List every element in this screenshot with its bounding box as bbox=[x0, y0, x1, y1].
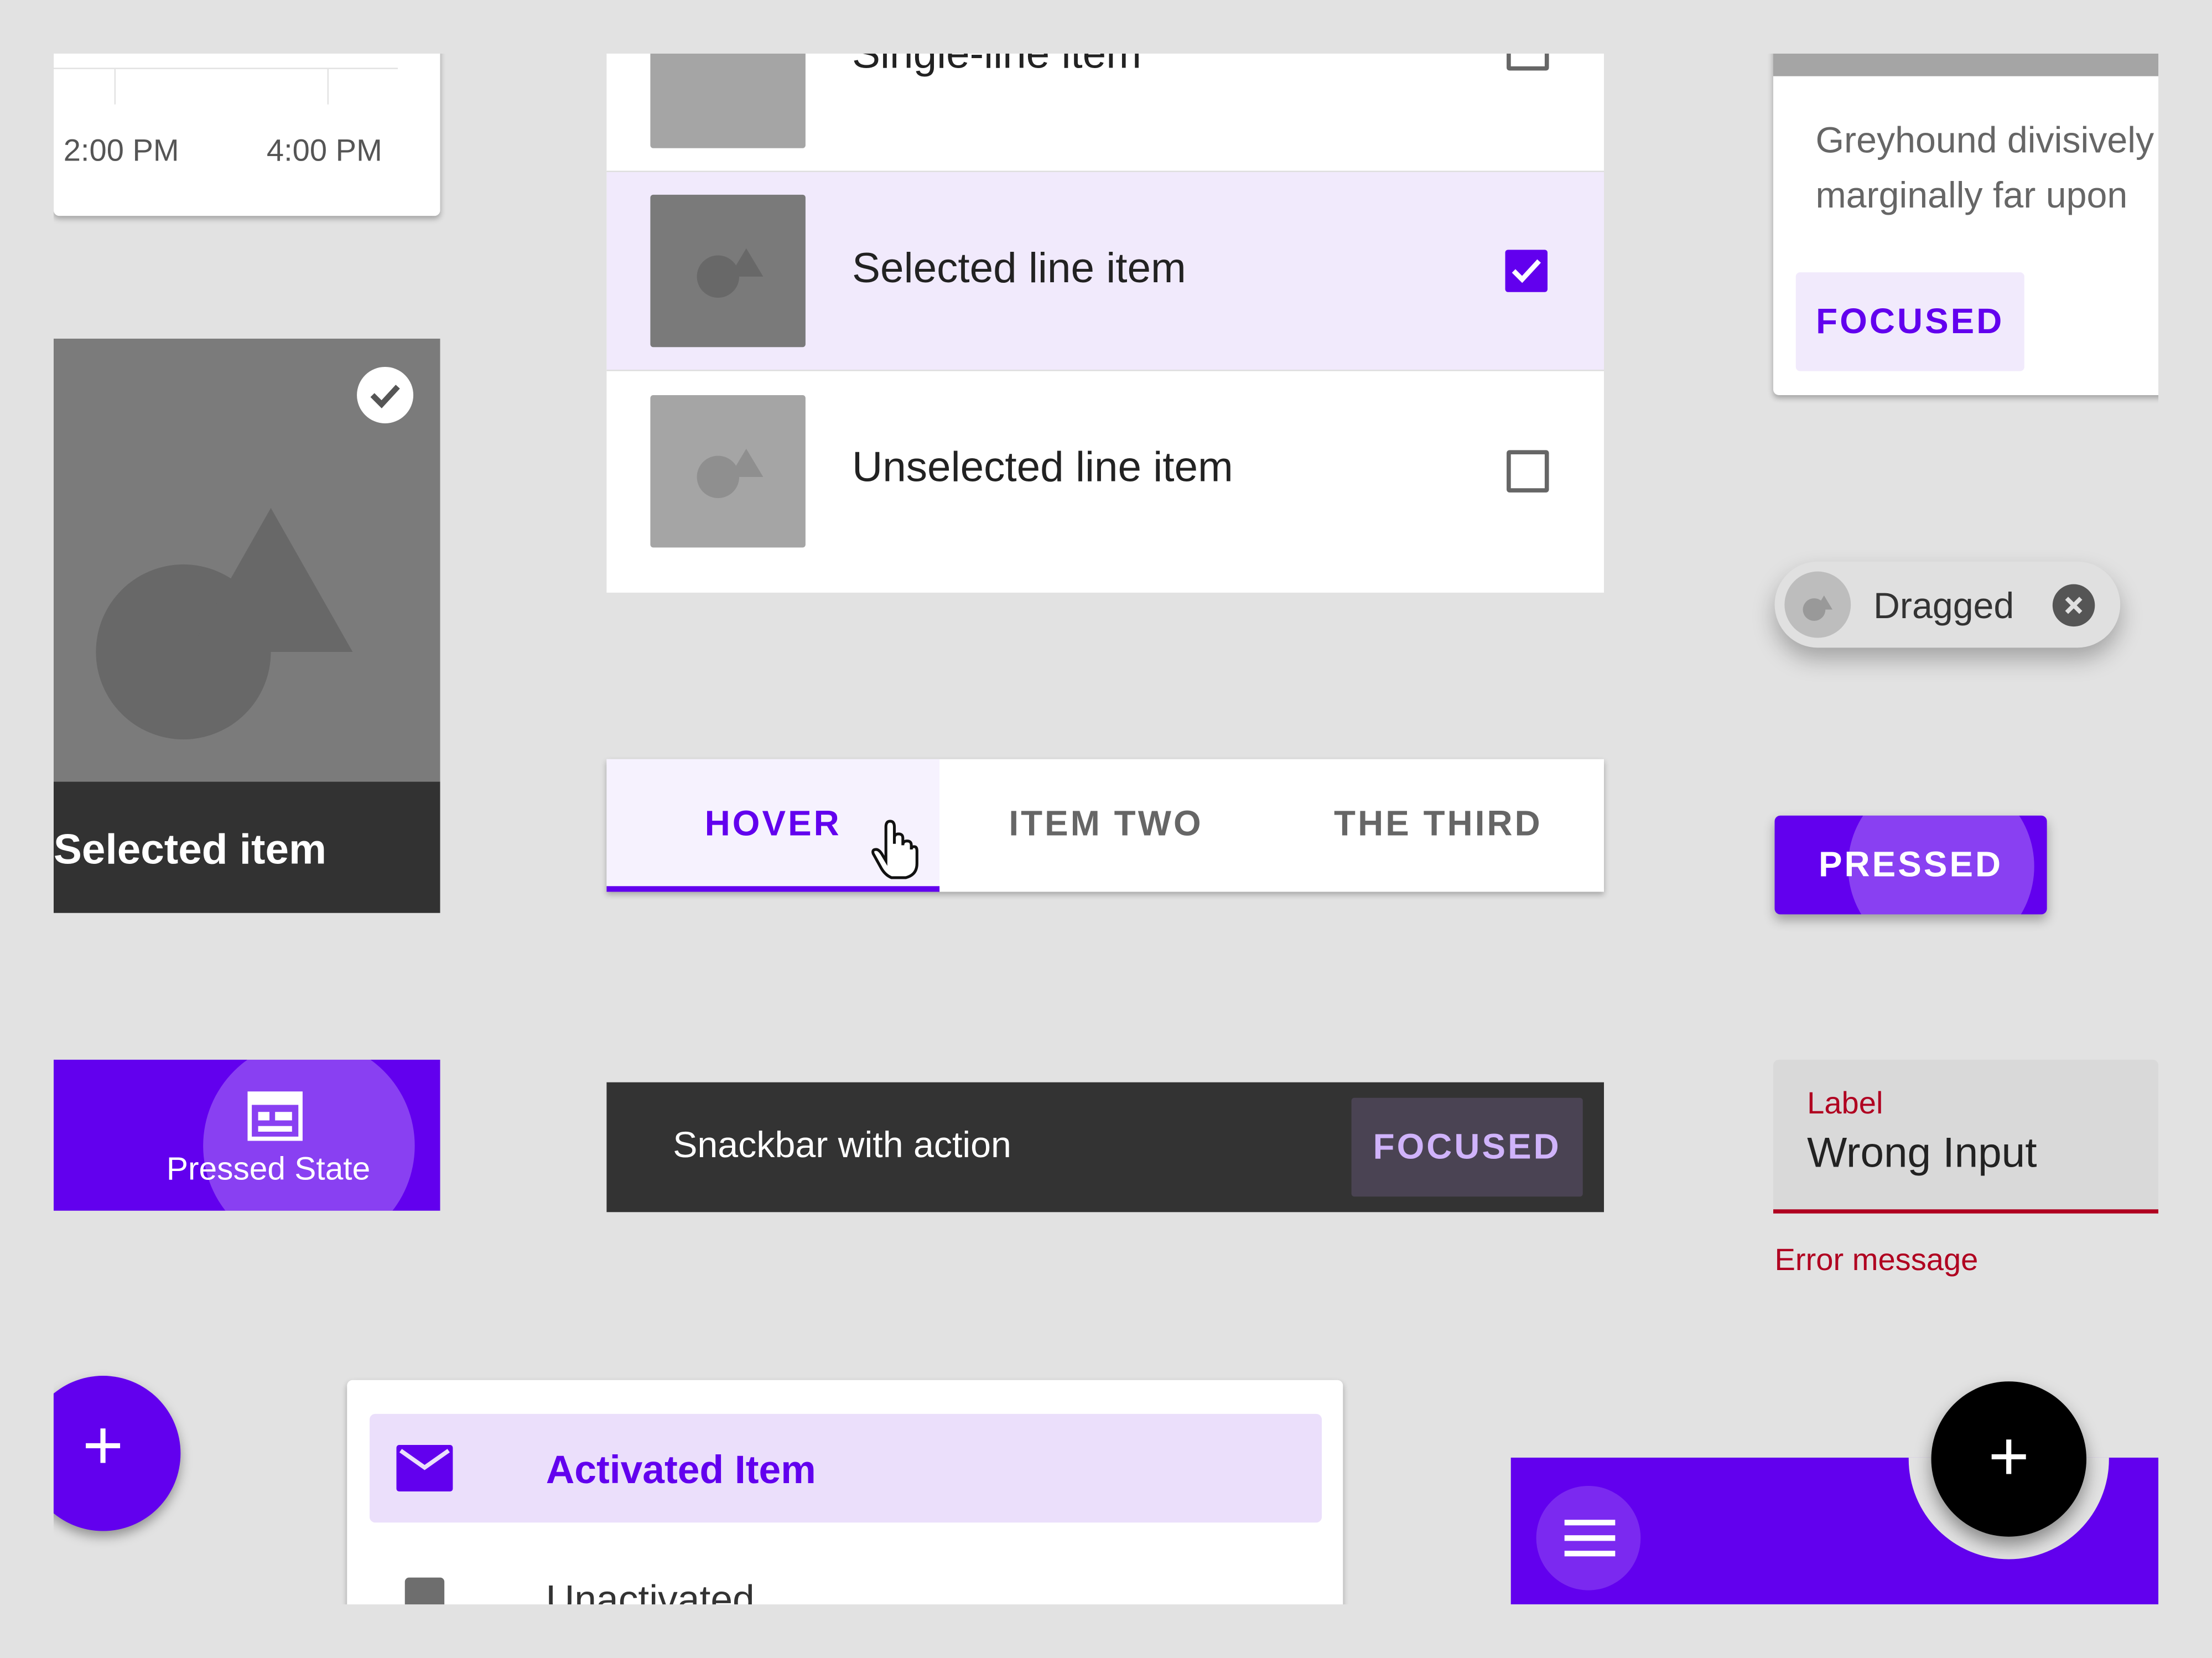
card-action-button[interactable]: FOCUSED bbox=[1795, 272, 2024, 371]
timeline-tick bbox=[114, 68, 116, 105]
calendar-icon bbox=[247, 1091, 303, 1141]
text-card: Greyhound divisively marginally far upon… bbox=[1773, 0, 2183, 395]
hand-cursor-icon bbox=[871, 820, 918, 879]
chip-close-icon[interactable] bbox=[2052, 584, 2095, 627]
text-field-error-message: Error message bbox=[1774, 1241, 1979, 1277]
image-placeholder-icon bbox=[650, 194, 806, 348]
menu-icon bbox=[1564, 1520, 1616, 1557]
timeline-axis bbox=[53, 68, 398, 69]
tab-indicator bbox=[606, 886, 940, 892]
chip-label: Dragged bbox=[1873, 584, 2014, 627]
mail-icon bbox=[396, 1444, 453, 1492]
image-caption: Selected item bbox=[53, 827, 327, 874]
input-chip-dragged[interactable]: Dragged bbox=[1774, 561, 2121, 648]
tab-bar: HOVER ITEM TWO THE THIRD bbox=[606, 759, 1605, 892]
snackbar: Snackbar with action FOCUSED bbox=[606, 1082, 1605, 1213]
checkbox-checked[interactable] bbox=[1505, 250, 1548, 292]
check-circle-icon[interactable] bbox=[357, 366, 414, 423]
nav-item-label[interactable]: Pressed State bbox=[167, 1150, 370, 1188]
timeline-tick bbox=[327, 68, 329, 105]
top-margin-mask bbox=[0, 0, 2212, 54]
drawer-item-label: Activated Item bbox=[546, 1448, 816, 1492]
fab-button-black[interactable]: + bbox=[1931, 1381, 2087, 1537]
list-item[interactable]: Unselected line item bbox=[606, 371, 1604, 569]
edge-mask bbox=[2158, 0, 2212, 1658]
image-caption-bar: Selected item bbox=[53, 781, 440, 913]
bottom-margin-mask bbox=[0, 1604, 2212, 1658]
tab-the-third[interactable]: THE THIRD bbox=[1273, 804, 1604, 845]
add-icon: + bbox=[1988, 1416, 2029, 1496]
text-field-error[interactable]: Label Wrong Input bbox=[1773, 1059, 2159, 1214]
bottom-navigation: Pressed State bbox=[53, 1059, 440, 1211]
tab-item-two[interactable]: ITEM TWO bbox=[939, 804, 1273, 845]
image-placeholder-icon bbox=[650, 395, 806, 548]
list-item-label: Unselected line item bbox=[852, 444, 1233, 491]
chip-avatar-icon bbox=[1784, 571, 1851, 638]
list-item-selected[interactable]: Selected line item bbox=[606, 172, 1605, 371]
pressed-button[interactable]: PRESSED bbox=[1774, 815, 2047, 915]
list-card: Single-line item Selected line item Unse… bbox=[606, 0, 1605, 593]
list-item-label: Selected line item bbox=[852, 245, 1186, 292]
checkbox-unchecked[interactable] bbox=[1507, 450, 1549, 493]
snackbar-action-button[interactable]: FOCUSED bbox=[1351, 1097, 1583, 1197]
card-body-line: Greyhound divisively bbox=[1815, 118, 2154, 161]
snackbar-message: Snackbar with action bbox=[673, 1123, 1011, 1166]
component-board: 2:00 PM 4:00 PM Selected item Pressed St… bbox=[0, 0, 2212, 1658]
time-label: 4:00 PM bbox=[266, 132, 382, 168]
time-label: 2:00 PM bbox=[63, 132, 179, 168]
button-label: PRESSED bbox=[1818, 845, 2003, 885]
drawer-item-activated[interactable]: Activated Item bbox=[370, 1413, 1322, 1523]
menu-button[interactable] bbox=[1536, 1485, 1641, 1590]
text-field-label: Label bbox=[1807, 1085, 1883, 1121]
left-margin-mask bbox=[0, 0, 54, 1658]
text-field-value: Wrong Input bbox=[1807, 1130, 2037, 1177]
image-list-item[interactable]: Selected item bbox=[53, 338, 440, 913]
card-body-line: marginally far upon bbox=[1815, 173, 2128, 216]
